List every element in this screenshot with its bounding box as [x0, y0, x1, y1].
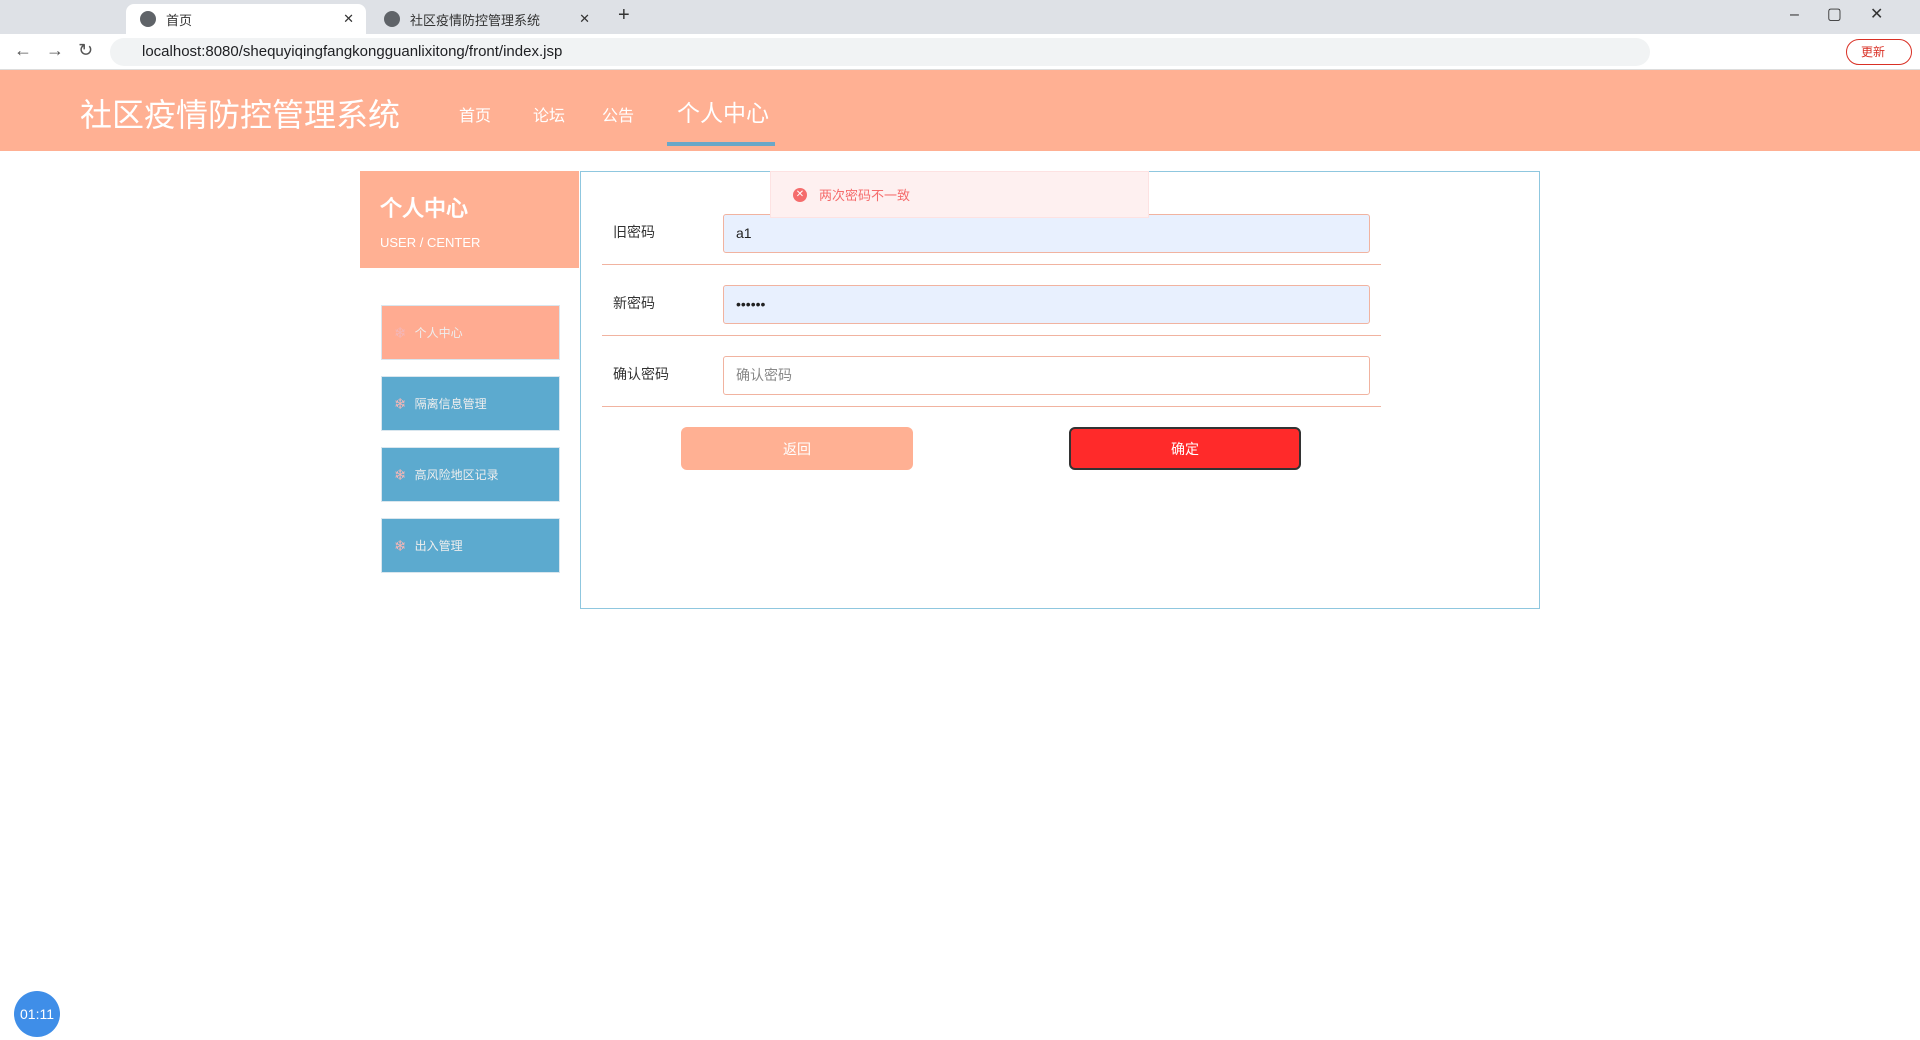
sidebar-header: 个人中心 USER / CENTER	[360, 171, 579, 268]
sidebar-item-isolation[interactable]: ❄ 隔离信息管理	[381, 376, 560, 431]
site-title: 社区疫情防控管理系统	[80, 97, 401, 133]
address-bar-row: ←→↻ localhost:8080/shequyiqingfangkonggu…	[0, 34, 1920, 70]
divider	[602, 406, 1381, 407]
update-button[interactable]: 更新	[1846, 39, 1912, 65]
divider	[602, 264, 1381, 265]
browser-tab-bar: 首页 ✕ 社区疫情防控管理系统 ✕ + –▢✕	[0, 0, 1920, 34]
error-icon: ✕	[793, 187, 807, 202]
window-controls[interactable]: –▢✕	[1790, 4, 1911, 24]
password-form: 旧密码 a1 新密码 •••••• 确认密码 确认密码 返回 确定	[580, 171, 1540, 609]
nav-buttons[interactable]: ←→↻	[14, 40, 107, 61]
nav-user-center[interactable]: 个人中心	[677, 94, 769, 128]
snowflake-icon: ❄	[394, 466, 407, 484]
error-toast: ✕ 两次密码不一致	[770, 171, 1149, 218]
new-password-label: 新密码	[613, 295, 655, 311]
close-icon[interactable]: ✕	[579, 11, 590, 27]
confirm-password-label: 确认密码	[613, 366, 669, 382]
site-header: 社区疫情防控管理系统 首页 论坛 公告 个人中心	[0, 70, 1920, 151]
snowflake-icon: ❄	[394, 324, 407, 342]
url-input[interactable]: localhost:8080/shequyiqingfangkongguanli…	[110, 38, 1650, 66]
tab-home[interactable]: 首页 ✕	[126, 4, 366, 34]
sidebar-item-high-risk[interactable]: ❄ 高风险地区记录	[381, 447, 560, 502]
nav-notice[interactable]: 公告	[602, 102, 634, 126]
new-password-input[interactable]: ••••••	[723, 285, 1370, 324]
sidebar-item-access[interactable]: ❄ 出入管理	[381, 518, 560, 573]
sidebar-subtitle: USER / CENTER	[380, 235, 481, 250]
divider	[602, 335, 1381, 336]
shield-icon	[384, 11, 400, 27]
back-button[interactable]: 返回	[681, 427, 913, 470]
sidebar-item-user-center[interactable]: ❄ 个人中心	[381, 305, 560, 360]
nav-active-indicator	[667, 142, 775, 146]
close-icon[interactable]: ✕	[343, 11, 354, 27]
snowflake-icon: ❄	[394, 395, 407, 413]
old-password-input[interactable]: a1	[723, 214, 1370, 253]
sidebar-title: 个人中心	[380, 196, 469, 221]
confirm-password-input[interactable]: 确认密码	[723, 356, 1370, 395]
snowflake-icon: ❄	[394, 537, 407, 555]
timer-badge: 01:11	[14, 991, 60, 1037]
old-password-label: 旧密码	[613, 224, 655, 240]
new-tab-button[interactable]: +	[618, 4, 630, 27]
nav-forum[interactable]: 论坛	[533, 102, 565, 126]
nav-home[interactable]: 首页	[459, 102, 491, 126]
tab-system[interactable]: 社区疫情防控管理系统 ✕	[370, 4, 600, 34]
confirm-button[interactable]: 确定	[1069, 427, 1301, 470]
globe-icon	[140, 11, 156, 27]
